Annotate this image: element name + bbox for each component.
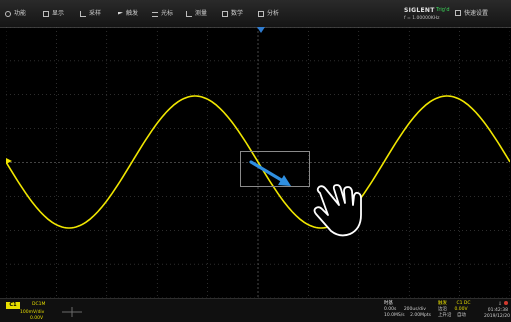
menu-display-label: 显示 bbox=[52, 10, 65, 17]
function-icon bbox=[5, 11, 11, 17]
menu-acquire[interactable]: 采样 bbox=[80, 8, 101, 20]
menu-measure-label: 测量 bbox=[195, 10, 208, 17]
brand-name: SIGLENT bbox=[404, 7, 435, 14]
menu-math[interactable]: 数学 bbox=[222, 8, 243, 20]
trigger-row-2: 上升沿 自动 bbox=[438, 313, 470, 319]
hand-pointer-icon bbox=[313, 184, 362, 237]
menu-acquire-label: 采样 bbox=[89, 10, 102, 17]
channel1-offset: 0.00V bbox=[30, 316, 44, 321]
timebase-memory: 2.00Mpts bbox=[410, 313, 431, 318]
timebase-delay: 0.00s bbox=[384, 307, 397, 312]
oscilloscope-screen: 功能 显示 采样 触发 光标 测量 数学 分析 SIGLENT Trig'd f… bbox=[0, 0, 511, 322]
channel1-coupling: DC1M bbox=[32, 302, 46, 307]
menu-math-label: 数学 bbox=[231, 10, 244, 17]
channel1-scale: 100mV/div bbox=[20, 310, 45, 315]
trigger-flag-icon bbox=[118, 11, 123, 15]
timebase-info[interactable]: 时基 0.00s 200us/div 10.0MS/s 2.00Mpts bbox=[384, 301, 431, 319]
add-channel-button[interactable] bbox=[58, 305, 86, 319]
trigger-sweep: 自动 bbox=[456, 313, 466, 318]
clock-indicators: ⇩ bbox=[484, 301, 508, 308]
brand-status: SIGLENT Trig'd f = 1.00000KHz bbox=[370, 3, 450, 24]
trigger-position-marker[interactable] bbox=[257, 27, 265, 33]
acquire-icon bbox=[80, 11, 86, 17]
timebase-sample-rate: 10.0MS/s bbox=[384, 313, 405, 318]
trigger-slope: 上升沿 bbox=[438, 313, 452, 318]
menu-cursor-label: 光标 bbox=[161, 10, 174, 17]
menu-display[interactable]: 显示 bbox=[43, 8, 64, 20]
menu-function[interactable]: 功能 bbox=[5, 8, 26, 20]
clock: ⇩ 01:42:38 2019/12/20 bbox=[484, 301, 510, 320]
measure-icon bbox=[186, 11, 192, 17]
drag-arrow-icon bbox=[249, 160, 291, 186]
trigger-info[interactable]: 触发 C1 DC 边沿 0.00V 上升沿 自动 bbox=[438, 301, 470, 319]
trigger-level: 0.00V bbox=[454, 307, 468, 312]
menu-measure[interactable]: 测量 bbox=[186, 8, 207, 20]
clock-indicator-text: ⇩ bbox=[498, 302, 502, 307]
trigger-source: C1 DC bbox=[456, 301, 471, 306]
menu-analysis[interactable]: 分析 bbox=[258, 8, 279, 20]
quick-settings-button[interactable]: 快速设置 bbox=[455, 8, 488, 17]
analysis-icon bbox=[258, 11, 264, 17]
run-mode: Trig'd bbox=[436, 7, 450, 13]
quick-settings-label: 快速设置 bbox=[464, 10, 489, 17]
timebase-row-2: 10.0MS/s 2.00Mpts bbox=[384, 313, 431, 319]
timebase-scale: 200us/div bbox=[403, 307, 426, 312]
trigger-mode: 边沿 bbox=[438, 307, 447, 312]
clock-date: 2019/12/20 bbox=[484, 314, 510, 319]
settings-icon bbox=[455, 9, 461, 16]
menu-trigger[interactable]: 触发 bbox=[118, 8, 138, 20]
trigger-title: 触发 bbox=[438, 301, 447, 306]
menu-analysis-label: 分析 bbox=[267, 10, 280, 17]
record-indicator-icon bbox=[504, 301, 508, 305]
channel1-info[interactable]: C1 DC1M 100mV/div 0.00V bbox=[6, 302, 50, 321]
channel1-badge: C1 bbox=[6, 302, 20, 309]
menu-trigger-label: 触发 bbox=[126, 10, 139, 17]
math-icon bbox=[222, 11, 228, 17]
display-icon bbox=[43, 11, 49, 17]
menu-function-label: 功能 bbox=[14, 10, 27, 17]
top-menu-bar: 功能 显示 采样 触发 光标 测量 数学 分析 SIGLENT Trig'd f… bbox=[0, 0, 511, 28]
cursor-icon bbox=[152, 11, 158, 17]
trigger-frequency: f = 1.00000KHz bbox=[404, 16, 440, 21]
menu-cursor[interactable]: 光标 bbox=[152, 8, 173, 20]
